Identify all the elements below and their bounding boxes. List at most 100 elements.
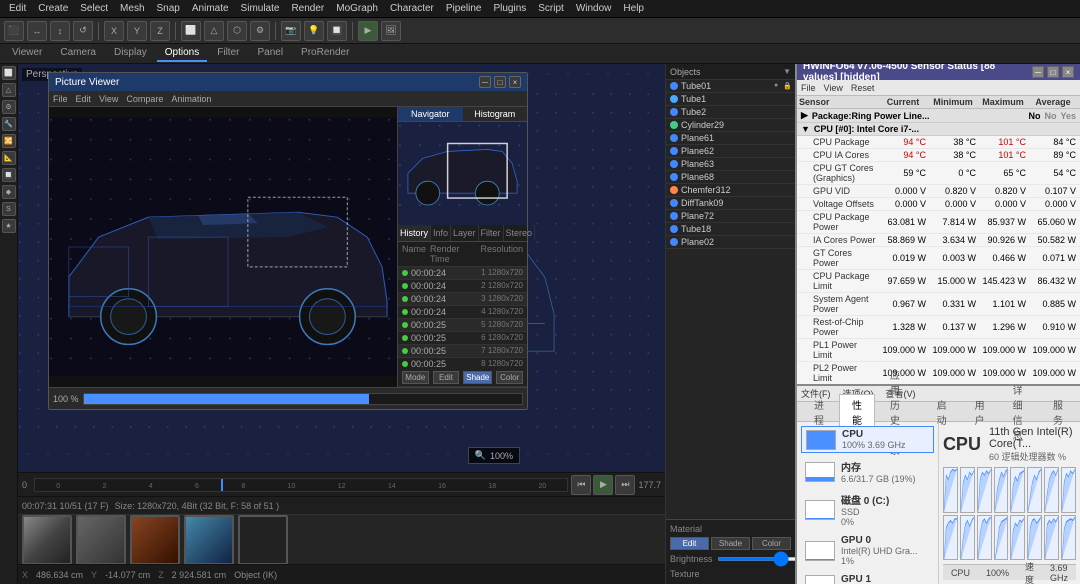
viewport[interactable]: Perspective	[18, 64, 665, 472]
pv-menu-file[interactable]: File	[53, 94, 68, 104]
material-swatch-5[interactable]	[238, 515, 288, 565]
menu-animate[interactable]: Animate	[187, 2, 234, 15]
render-row-4[interactable]: 00:00:24 4 1280x720	[398, 306, 527, 319]
tool-btn-12[interactable]: 📷	[281, 21, 301, 41]
hwinfo-row-gtpwr[interactable]: GT Cores Power 0.019 W 0.003 W 0.466 W 0…	[797, 247, 1080, 270]
tool-btn-14[interactable]: 🔲	[327, 21, 347, 41]
obj-row-plane62[interactable]: Plane62	[666, 145, 795, 158]
obj-row-plane02[interactable]: Plane02	[666, 236, 795, 249]
pv-menu-edit[interactable]: Edit	[76, 94, 92, 104]
tab-prorender[interactable]: ProRender	[293, 45, 357, 62]
tool-btn-1[interactable]: ⬛	[4, 21, 24, 41]
render-row-2[interactable]: 00:00:24 2 1280x720	[398, 280, 527, 293]
mode-btn-edit[interactable]: Edit	[433, 371, 460, 384]
material-swatch-1[interactable]	[22, 515, 72, 565]
sidebar-icon-6[interactable]: 📐	[2, 151, 16, 165]
tab-viewer[interactable]: Viewer	[4, 45, 50, 62]
obj-row-chemfer[interactable]: Chemfer312	[666, 184, 795, 197]
render-row-8[interactable]: 00:00:25 8 1280x720	[398, 358, 527, 370]
pv-minimize[interactable]: ─	[479, 76, 491, 88]
pv-menu-compare[interactable]: Compare	[126, 94, 163, 104]
sidebar-icon-5[interactable]: 🔀	[2, 134, 16, 148]
tab-stereo[interactable]: Stereo	[504, 225, 536, 241]
sidebar-icon-4[interactable]: 🔧	[2, 117, 16, 131]
timeline-track[interactable]: 0 2 4 6 8 10 12 14 16 18 20	[34, 478, 568, 492]
tool-render-pic[interactable]: 🖼	[381, 21, 401, 41]
tab-options[interactable]: Options	[157, 45, 207, 62]
task-item-disk[interactable]: 磁盘 0 (C:) SSD 0%	[801, 490, 934, 529]
pv-maximize[interactable]: □	[494, 76, 506, 88]
render-row-3[interactable]: 00:00:24 3 1280x720	[398, 293, 527, 306]
menu-create[interactable]: Create	[33, 2, 73, 15]
tab-camera[interactable]: Camera	[52, 45, 104, 62]
obj-row-plane72[interactable]: Plane72	[666, 210, 795, 223]
tool-btn-13[interactable]: 💡	[304, 21, 324, 41]
obj-lock-icon-1[interactable]: 🔒	[783, 82, 791, 90]
menu-simulate[interactable]: Simulate	[236, 2, 285, 15]
render-row-1[interactable]: 00:00:24 1 1280x720	[398, 267, 527, 280]
hwinfo-row-sa[interactable]: System Agent Power 0.967 W 0.331 W 1.101…	[797, 293, 1080, 316]
hwinfo-row-gt[interactable]: CPU GT Cores (Graphics) 59 °C 0 °C 65 °C…	[797, 162, 1080, 185]
tool-btn-9[interactable]: △	[204, 21, 224, 41]
tool-btn-7[interactable]: Z	[150, 21, 170, 41]
sidebar-icon-2[interactable]: △	[2, 83, 16, 97]
tab-panel[interactable]: Panel	[249, 45, 291, 62]
menu-script[interactable]: Script	[533, 2, 569, 15]
obj-row-plane61[interactable]: Plane61	[666, 132, 795, 145]
tab-display[interactable]: Display	[106, 45, 155, 62]
menu-mesh[interactable]: Mesh	[115, 2, 149, 15]
mode-btn-color[interactable]: Color	[496, 371, 523, 384]
task-item-memory[interactable]: 内存 6.6/31.7 GB (19%)	[801, 457, 934, 486]
tool-btn-11[interactable]: ⚙	[250, 21, 270, 41]
tool-btn-10[interactable]: ⬡	[227, 21, 247, 41]
obj-row-tube18[interactable]: Tube18	[666, 223, 795, 236]
tab-history[interactable]: History	[398, 225, 431, 241]
hwinfo-row-vid[interactable]: GPU VID 0.000 V 0.820 V 0.820 V 0.107 V	[797, 185, 1080, 198]
menu-mograph[interactable]: MoGraph	[331, 2, 383, 15]
obj-row-tube01[interactable]: Tube01 ● 🔒	[666, 80, 795, 93]
hwinfo-section-pkg[interactable]: ▶ Package:Ring Power Line... No No Yes	[797, 109, 1080, 123]
pv-close[interactable]: ×	[509, 76, 521, 88]
tab-filter[interactable]: Filter	[479, 225, 504, 241]
sidebar-icon-7[interactable]: 🔲	[2, 168, 16, 182]
mode-btn-shade2[interactable]: Shade	[711, 537, 750, 550]
tool-btn-3[interactable]: ↕	[50, 21, 70, 41]
render-row-7[interactable]: 00:00:25 7 1280x720	[398, 345, 527, 358]
menu-window[interactable]: Window	[571, 2, 617, 15]
tool-btn-4[interactable]: ↺	[73, 21, 93, 41]
viewport-zoom-icon[interactable]: 🔍	[475, 450, 486, 461]
hwinfo-row-voff[interactable]: Voltage Offsets 0.000 V 0.000 V 0.000 V …	[797, 198, 1080, 211]
obj-row-difftank[interactable]: DiffTank09	[666, 197, 795, 210]
hwinfo-section-cpu[interactable]: ▼ CPU [#0]: Intel Core i7-...	[797, 123, 1080, 136]
hwinfo-menu-file[interactable]: File	[801, 83, 816, 93]
tool-btn-6[interactable]: Y	[127, 21, 147, 41]
task-item-cpu[interactable]: CPU 100% 3.69 GHz	[801, 426, 934, 453]
pv-menu-view[interactable]: View	[99, 94, 118, 104]
btn-prev-frame[interactable]: ⏮	[571, 475, 591, 495]
hwinfo-row-pkgpwr[interactable]: CPU Package Power 63.081 W 7.814 W 85.93…	[797, 211, 1080, 234]
tool-btn-2[interactable]: ↔	[27, 21, 47, 41]
tab-filter[interactable]: Filter	[209, 45, 247, 62]
sidebar-icon-1[interactable]: ⬜	[2, 66, 16, 80]
menu-edit[interactable]: Edit	[4, 2, 31, 15]
menu-help[interactable]: Help	[618, 2, 649, 15]
menu-plugins[interactable]: Plugins	[488, 2, 531, 15]
material-swatch-3[interactable]	[130, 515, 180, 565]
sidebar-icon-8[interactable]: ◆	[2, 185, 16, 199]
tool-btn-5[interactable]: X	[104, 21, 124, 41]
menu-pipeline[interactable]: Pipeline	[441, 2, 487, 15]
mode-btn-edit2[interactable]: Edit	[670, 537, 709, 550]
hwinfo-close[interactable]: ×	[1062, 66, 1074, 78]
obj-row-cylinder29[interactable]: Cylinder29	[666, 119, 795, 132]
tool-render[interactable]: ▶	[358, 21, 378, 41]
obj-row-plane68[interactable]: Plane68	[666, 171, 795, 184]
hwinfo-row-pl1[interactable]: PL1 Power Limit 109.000 W 109.000 W 109.…	[797, 339, 1080, 362]
hwinfo-row-iapwr[interactable]: IA Cores Power 58.869 W 3.634 W 90.926 W…	[797, 234, 1080, 247]
sidebar-icon-9[interactable]: S	[2, 202, 16, 216]
render-row-6[interactable]: 00:00:25 6 1280x720	[398, 332, 527, 345]
sidebar-icon-3[interactable]: ⚙	[2, 100, 16, 114]
material-swatch-4[interactable]	[184, 515, 234, 565]
tab-info[interactable]: Info	[431, 225, 451, 241]
pv-histogram-label[interactable]: Histogram	[463, 107, 528, 121]
hwinfo-row-roc[interactable]: Rest-of-Chip Power 1.328 W 0.137 W 1.296…	[797, 316, 1080, 339]
